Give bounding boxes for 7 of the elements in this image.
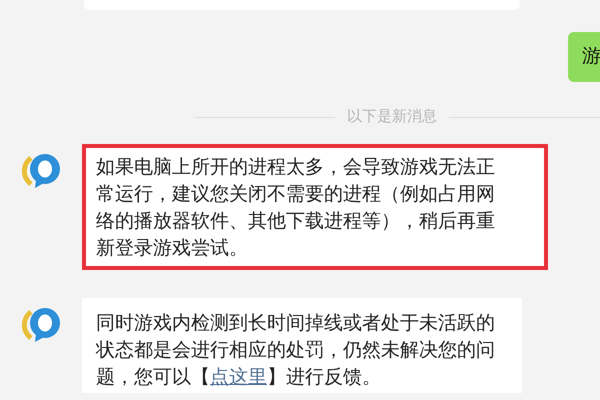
sent-message-bubble: 游: [568, 32, 600, 82]
new-messages-divider: 以下是新消息: [347, 107, 437, 127]
feedback-link[interactable]: 点这里: [210, 367, 267, 388]
message-text: 同时游戏内检测到长时间掉线或者处于未活跃的状态都是会进行相应的处罚，仍然未解决您的问题，您可以【点这里】进行反馈。: [96, 312, 496, 390]
message-text: 如果电脑上所开的进程太多，会导致游戏无法正常运行，建议您关闭不需要的进程（例如占用网络的播放器软件、其他下载进程等），稍后再重新登录游戏尝试。: [96, 156, 496, 261]
chat-bubble-icon: [22, 152, 62, 190]
chat-bubble-icon: [22, 306, 62, 344]
